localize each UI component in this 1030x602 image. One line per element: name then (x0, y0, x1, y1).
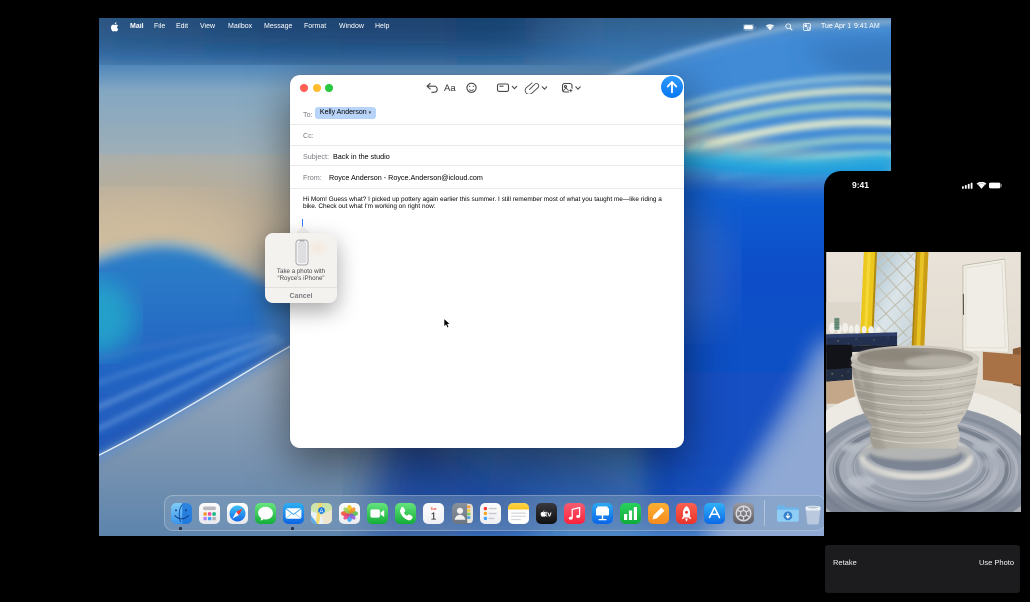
svg-text:Aa: Aa (444, 83, 456, 94)
svg-text:1: 1 (431, 511, 437, 523)
svg-text:tv: tv (545, 510, 552, 519)
